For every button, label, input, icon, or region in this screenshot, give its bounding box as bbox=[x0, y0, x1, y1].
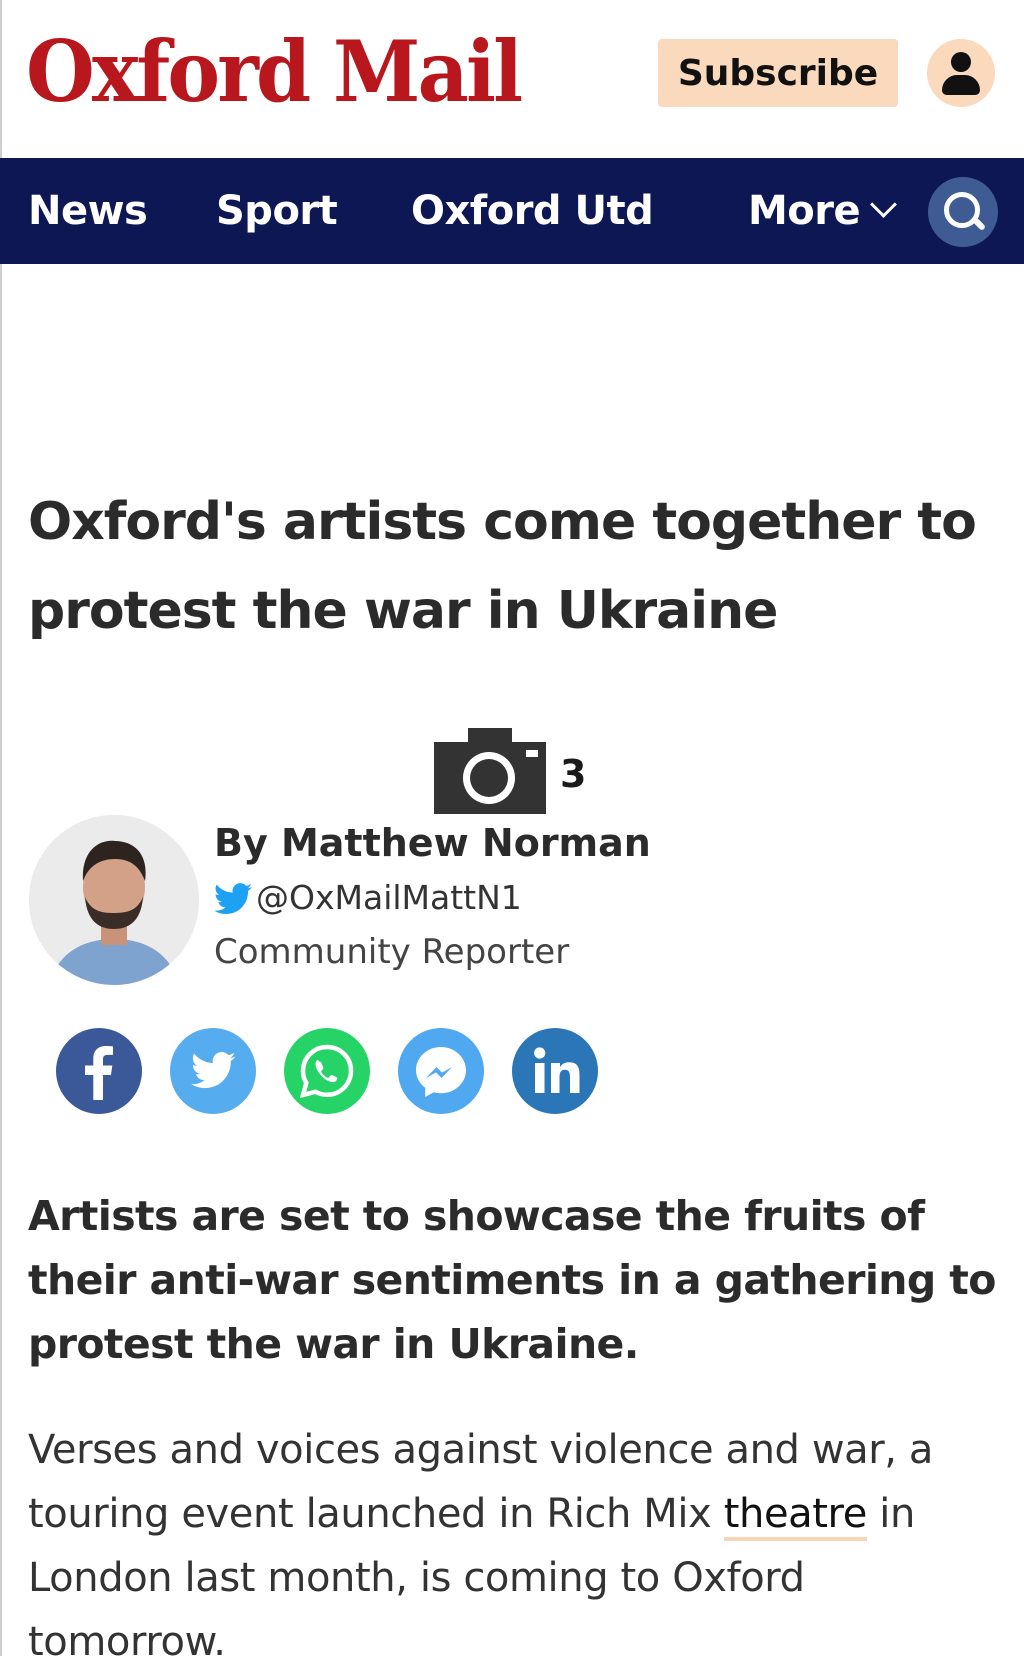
nav-more-label: More bbox=[748, 188, 861, 234]
share-linkedin-button[interactable] bbox=[512, 1028, 598, 1114]
chevron-down-icon bbox=[870, 191, 898, 218]
whatsapp-icon bbox=[284, 1028, 370, 1114]
article-body-paragraph: Verses and voices against violence and w… bbox=[28, 1418, 998, 1674]
nav-item-oxford-utd[interactable]: Oxford Utd bbox=[411, 158, 654, 264]
search-button[interactable] bbox=[928, 177, 998, 247]
twitter-bird-icon bbox=[214, 883, 252, 915]
keyword-link-theatre[interactable]: theatre bbox=[723, 1491, 867, 1541]
share-messenger-button[interactable] bbox=[398, 1028, 484, 1114]
twitter-icon bbox=[170, 1028, 256, 1114]
subscribe-button[interactable]: Subscribe bbox=[658, 39, 898, 107]
article-standfirst: Artists are set to showcase the fruits o… bbox=[28, 1192, 996, 1368]
author-twitter-link[interactable]: @OxMailMattN1 bbox=[214, 873, 522, 923]
messenger-icon bbox=[398, 1028, 484, 1114]
author-role: Community Reporter bbox=[214, 932, 570, 972]
camera-icon[interactable] bbox=[434, 728, 546, 814]
nav-item-more[interactable]: More bbox=[748, 158, 898, 264]
site-logo[interactable]: Oxford Mail bbox=[26, 22, 523, 122]
facebook-icon bbox=[56, 1028, 142, 1114]
nav-item-news[interactable]: News bbox=[28, 158, 148, 264]
linkedin-icon bbox=[512, 1028, 598, 1114]
twitter-handle: @OxMailMattN1 bbox=[256, 878, 522, 917]
photo-count[interactable]: 3 bbox=[560, 752, 586, 796]
main-nav: News Sport Oxford Utd More bbox=[0, 158, 1024, 264]
share-whatsapp-button[interactable] bbox=[284, 1028, 370, 1114]
article-headline: Oxford's artists come together to protes… bbox=[28, 492, 977, 641]
share-facebook-button[interactable] bbox=[56, 1028, 142, 1114]
account-button[interactable] bbox=[927, 39, 995, 107]
author-avatar[interactable] bbox=[29, 815, 199, 985]
nav-item-sport[interactable]: Sport bbox=[216, 158, 338, 264]
author-byline[interactable]: By Matthew Norman bbox=[214, 818, 651, 868]
share-twitter-button[interactable] bbox=[170, 1028, 256, 1114]
